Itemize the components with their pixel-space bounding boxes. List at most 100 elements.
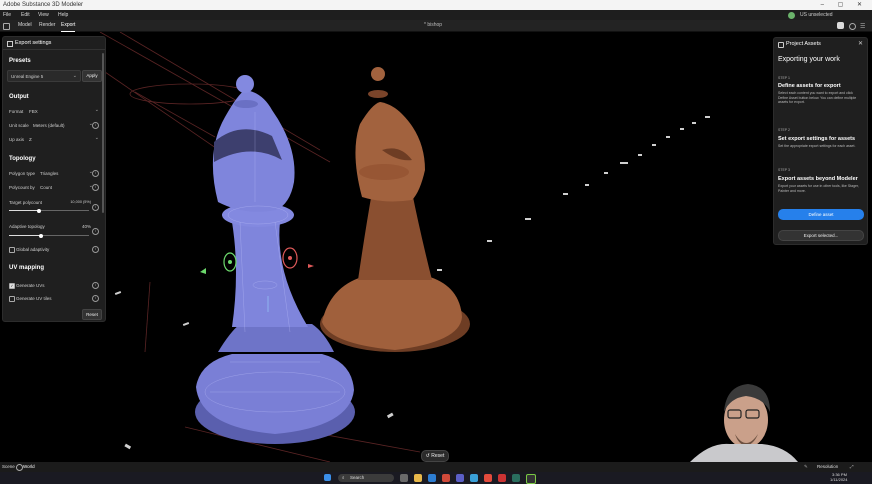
user-avatar[interactable]: [788, 11, 795, 19]
adaptive-topology-value: 40%: [81, 224, 91, 229]
menu-bar: File Edit View Help US unselected: [0, 10, 872, 20]
close-icon[interactable]: ✕: [858, 40, 863, 47]
uv-mapping-heading: UV mapping: [9, 265, 45, 271]
up-axis-label: Up axis: [9, 137, 25, 142]
search-icon: ⌕: [342, 475, 345, 480]
slider-knob[interactable]: [39, 233, 43, 238]
panel-title: Project Assets: [786, 41, 821, 47]
task-view-icon[interactable]: [400, 474, 408, 482]
tab-export[interactable]: Export: [61, 20, 76, 32]
up-axis-value: Z: [29, 137, 32, 142]
step-1-title: Define assets for export: [778, 83, 841, 89]
info-icon[interactable]: i: [92, 170, 99, 177]
preset-value: Unreal Engine 5: [11, 73, 44, 79]
status-world[interactable]: World: [23, 462, 35, 472]
menu-help[interactable]: Help: [58, 10, 68, 20]
substance-modeler-icon[interactable]: [526, 474, 536, 484]
file-explorer-icon[interactable]: [414, 474, 422, 482]
taskbar-search[interactable]: ⌕ Search: [338, 474, 394, 482]
project-assets-panel: Project Assets ✕ Exporting your work STE…: [773, 37, 868, 245]
step-1-label: STEP 1: [778, 76, 790, 80]
expand-icon[interactable]: ⤢: [850, 462, 854, 472]
step-2-desc: Set the appropriate export settings for …: [778, 144, 856, 148]
step-2-label: STEP 2: [778, 128, 790, 132]
viewport-reset-label: Reset: [431, 453, 445, 459]
panel-title: Export settings: [15, 40, 52, 46]
viewport-3d[interactable]: Export settings Presets Unreal Engine 5 …: [0, 32, 872, 462]
acrobat-icon[interactable]: [498, 474, 506, 482]
format-label: Format: [9, 109, 24, 114]
export-settings-panel: Export settings Presets Unreal Engine 5 …: [2, 36, 106, 322]
polycount-by-row[interactable]: Polycount by Count ⌄ i: [9, 183, 99, 193]
menu-file[interactable]: File: [3, 10, 11, 20]
generate-uvs-row[interactable]: ✓ Generate UVs i: [9, 281, 99, 291]
global-adaptivity-row[interactable]: Global adaptivity i: [9, 245, 99, 255]
top-status[interactable]: US unselected: [800, 10, 833, 20]
target-polycount-slider[interactable]: [9, 208, 89, 213]
pen-icon[interactable]: ✎: [804, 462, 808, 472]
bishop-brown: [320, 67, 470, 352]
chevron-down-icon: ⌄: [94, 135, 99, 141]
assets-icon: [778, 42, 784, 48]
apply-button[interactable]: Apply: [82, 70, 102, 82]
menu-view[interactable]: View: [38, 10, 49, 20]
step-3-label: STEP 3: [778, 168, 790, 172]
up-axis-row[interactable]: Up axis Z ⌄: [9, 135, 99, 145]
info-icon[interactable]: i: [92, 295, 99, 302]
search-placeholder: Search: [350, 475, 365, 480]
preset-select[interactable]: Unreal Engine 5 ⌄: [7, 70, 81, 82]
assets-heading: Exporting your work: [778, 56, 840, 63]
format-value: FBX: [29, 109, 38, 114]
window-titlebar: Adobe Substance 3D Modeler – ▢ ✕: [0, 0, 872, 10]
polygon-type-label: Polygon type: [9, 171, 36, 176]
bishop-blue: [195, 75, 355, 444]
info-icon[interactable]: i: [92, 246, 99, 253]
teams-icon[interactable]: [456, 474, 464, 482]
adaptive-topology-row: Adaptive topology 40% i: [9, 222, 99, 240]
generate-uvs-checkbox[interactable]: ✓: [9, 283, 15, 289]
tab-render[interactable]: Render: [39, 20, 55, 31]
home-icon[interactable]: [3, 23, 10, 30]
tab-model[interactable]: Model: [18, 20, 32, 31]
info-icon[interactable]: i: [92, 282, 99, 289]
export-selected-button[interactable]: Export selected...: [778, 230, 864, 241]
info-icon[interactable]: i: [92, 122, 99, 129]
window-title: Adobe Substance 3D Modeler: [3, 2, 84, 8]
share-icon[interactable]: [837, 22, 844, 29]
reset-button[interactable]: Reset: [82, 309, 102, 320]
window-controls[interactable]: – ▢ ✕: [821, 0, 868, 10]
output-heading: Output: [9, 94, 29, 100]
panel-scrollbar[interactable]: [102, 53, 104, 213]
menu-edit[interactable]: Edit: [21, 10, 30, 20]
topology-heading: Topology: [9, 156, 36, 162]
generate-uv-tiles-checkbox[interactable]: [9, 296, 15, 302]
define-asset-button[interactable]: Define asset: [778, 209, 864, 220]
adaptive-topology-slider[interactable]: [9, 233, 89, 238]
windows-start-icon[interactable]: [324, 474, 331, 481]
clock-date[interactable]: 1/11/2024: [830, 477, 848, 482]
polycount-by-label: Polycount by: [9, 185, 35, 190]
mail-icon[interactable]: [470, 474, 478, 482]
office-icon[interactable]: [442, 474, 450, 482]
chrome-icon[interactable]: [484, 474, 492, 482]
status-resolution[interactable]: Resolution: [817, 462, 838, 472]
document-title: * bishop: [424, 22, 443, 28]
info-icon[interactable]: i: [92, 204, 99, 211]
edge-icon[interactable]: [428, 474, 436, 482]
format-row[interactable]: Format FBX ⌄: [9, 107, 99, 117]
polygon-type-row[interactable]: Polygon type Triangles ⌄ i: [9, 169, 99, 179]
generate-uv-tiles-label: Generate UV tiles: [16, 296, 52, 301]
status-scene[interactable]: Scene: [2, 462, 15, 472]
mode-bar: Model Render Export * bishop ☰: [0, 20, 872, 32]
slider-knob[interactable]: [37, 208, 42, 213]
unit-scale-row[interactable]: Unit scale Meters (default) ⌄ i: [9, 121, 99, 131]
info-icon[interactable]: i: [92, 184, 99, 191]
app-icon[interactable]: [512, 474, 520, 482]
generate-uv-tiles-row[interactable]: Generate UV tiles i: [9, 294, 99, 304]
settings-icon[interactable]: [849, 23, 856, 30]
info-icon[interactable]: i: [92, 228, 99, 235]
global-adaptivity-checkbox[interactable]: [9, 247, 15, 253]
export-icon: [7, 41, 13, 47]
status-bar: Scene World Resolution ✎ ⤢: [0, 462, 872, 472]
viewport-reset-button[interactable]: ↺ Reset: [421, 450, 449, 462]
